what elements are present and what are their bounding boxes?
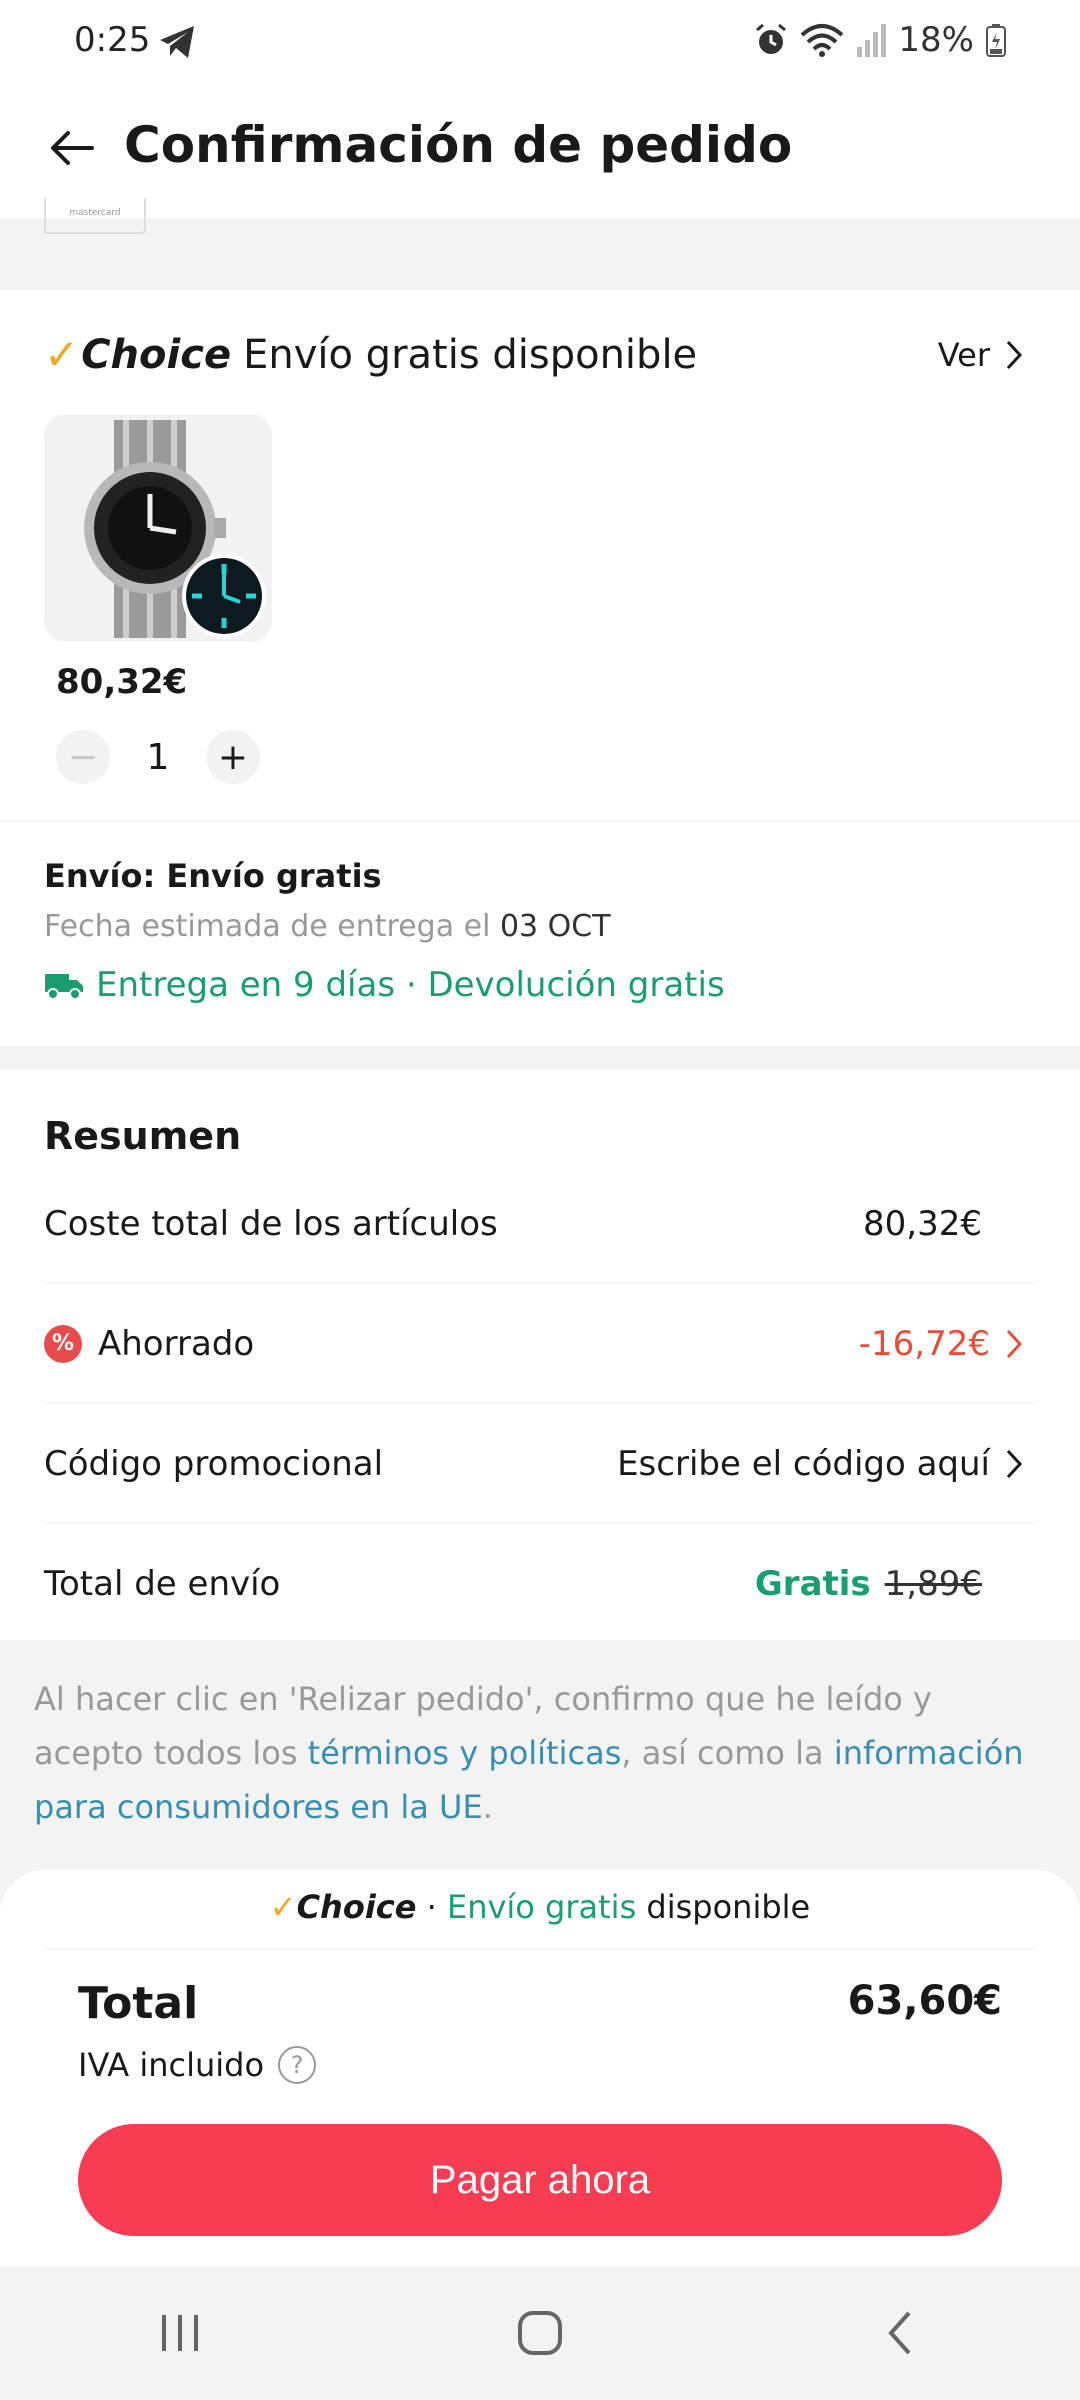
shipping-total-label: Total de envío <box>44 1564 281 1604</box>
increase-quantity-button[interactable]: + <box>206 730 260 784</box>
page-title: Confirmación de pedido <box>124 116 793 174</box>
promo-code-field[interactable]: Escribe el código aquí <box>617 1444 1036 1484</box>
back-nav-icon <box>888 2311 911 2355</box>
status-icons: 18% <box>754 20 1006 60</box>
truck-icon <box>45 974 83 1000</box>
checkout-panel: ✓Choice · Envío gratis disponible Total … <box>0 1870 1080 2266</box>
chevron-right-icon <box>1006 340 1023 370</box>
delivery-note: Entrega en 9 días · Devolución gratis <box>44 965 725 1005</box>
view-button[interactable]: Ver <box>938 336 1024 374</box>
terms-policies-link[interactable]: términos y políticas <box>308 1734 622 1772</box>
recents-icon <box>162 2315 198 2351</box>
alarm-icon <box>756 23 787 54</box>
back-nav-button[interactable] <box>840 2293 960 2373</box>
view-label: Ver <box>937 336 990 374</box>
chevron-right-icon <box>1006 1449 1023 1478</box>
product-section: ✓ Choice Envío gratis disponible Ver 80,… <box>0 290 1080 820</box>
saved-label: Ahorrado <box>98 1323 255 1364</box>
saved-value: -16,72€ <box>858 1323 990 1364</box>
delivery-date-label: Fecha estimada de entrega el <box>44 909 491 944</box>
delivery-date-value: 03 OCT <box>499 909 611 944</box>
product-price: 80,32€ <box>56 662 188 702</box>
items-total-value: 80,32€ <box>863 1203 982 1244</box>
promo-code-row[interactable]: Código promocional Escribe el código aqu… <box>44 1404 1036 1524</box>
watch-image <box>84 420 266 638</box>
payment-method-peek[interactable]: mastercard <box>0 198 1080 234</box>
total-value: 63,60€ <box>847 1978 1002 2024</box>
quantity-stepper: − 1 + <box>56 730 260 784</box>
vat-label: IVA incluido <box>78 2046 265 2084</box>
decrease-quantity-button[interactable]: − <box>56 730 110 784</box>
shipping-section: Envío: Envío gratis Fecha estimada de en… <box>0 820 1080 1046</box>
help-icon[interactable]: ? <box>278 2046 317 2084</box>
telegram-icon <box>160 26 194 58</box>
status-time: 0:25 <box>74 20 151 60</box>
choice-label: Choice <box>296 1888 417 1926</box>
summary-title: Resumen <box>44 1114 242 1158</box>
shipping-title: Envío: Envío gratis <box>44 857 382 895</box>
choice-shipping-text: Envío gratis disponible <box>243 331 698 378</box>
choice-separator: · <box>426 1888 437 1926</box>
shipping-free-label: Gratis <box>754 1564 871 1604</box>
free-shipping-label: Envío gratis <box>446 1888 637 1926</box>
status-bar: 0:25 18% <box>0 0 1080 86</box>
card-logo: mastercard <box>44 198 146 234</box>
total-label: Total <box>78 1978 199 2029</box>
terms-text-2: , así como la <box>621 1734 834 1772</box>
choice-check-icon: ✓ <box>44 330 80 379</box>
divider <box>44 1948 1036 1949</box>
saved-row[interactable]: % Ahorrado -16,72€ <box>44 1284 1036 1404</box>
vat-included: IVA incluido ? <box>78 2046 317 2084</box>
product-image[interactable] <box>44 414 272 642</box>
battery-percent: 18% <box>898 20 974 60</box>
back-arrow-icon[interactable] <box>46 120 102 176</box>
shipping-old-price: 1,89€ <box>884 1564 982 1604</box>
battery-icon <box>986 24 1006 57</box>
system-nav-bar <box>0 2266 1080 2400</box>
quantity-value: 1 <box>146 736 170 778</box>
available-label: disponible <box>646 1888 811 1926</box>
delivery-note-text: Entrega en 9 días · Devolución gratis <box>96 965 725 1005</box>
items-total-label: Coste total de los artículos <box>44 1203 498 1244</box>
promo-code-placeholder: Escribe el código aquí <box>617 1443 990 1484</box>
shipping-total-row: Total de envío Gratis 1,89€ <box>44 1524 1036 1644</box>
chevron-right-icon <box>1006 1329 1023 1358</box>
recents-button[interactable] <box>120 2293 240 2373</box>
terms-notice: Al hacer clic en 'Relizar pedido', confi… <box>34 1672 1044 1834</box>
wifi-icon <box>801 24 844 57</box>
pay-now-button[interactable]: Pagar ahora <box>78 2124 1002 2236</box>
items-total-row: Coste total de los artículos 80,32€ <box>44 1164 1036 1284</box>
delivery-date: Fecha estimada de entrega el 03 OCT <box>44 909 611 944</box>
summary-section: Resumen Coste total de los artículos 80,… <box>0 1070 1080 1640</box>
choice-row: ✓ Choice Envío gratis disponible <box>44 330 697 379</box>
percent-icon: % <box>44 1324 82 1363</box>
saved-value-group: -16,72€ <box>859 1324 1036 1364</box>
home-button[interactable] <box>480 2293 600 2373</box>
promo-code-label: Código promocional <box>44 1443 384 1484</box>
shipping-total-value: Gratis 1,89€ <box>755 1564 1036 1604</box>
signal-icon <box>857 24 887 57</box>
choice-label: Choice <box>81 331 232 378</box>
choice-banner: ✓Choice · Envío gratis disponible <box>0 1888 1080 1926</box>
terms-text-3: . <box>482 1788 493 1826</box>
saved-label-group: % Ahorrado <box>44 1324 254 1364</box>
home-icon <box>518 2311 562 2355</box>
choice-check-icon: ✓ <box>269 1888 297 1926</box>
